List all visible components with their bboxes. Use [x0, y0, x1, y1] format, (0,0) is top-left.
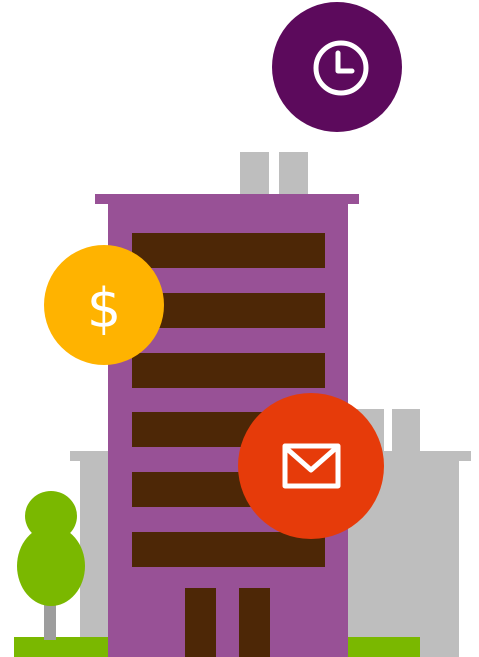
- window-floor-1: [132, 233, 325, 268]
- main-chimney-1: [240, 152, 269, 194]
- window-floor-3: [132, 353, 325, 388]
- mail-badge-circle: [238, 393, 384, 539]
- right-chimney-2: [392, 409, 420, 455]
- dollar-badge: $: [44, 245, 164, 365]
- left-back-building: [80, 455, 110, 657]
- tree: [17, 491, 85, 640]
- grass-right: [345, 637, 420, 657]
- door-left: [185, 588, 216, 657]
- office-illustration: $: [14, 2, 471, 657]
- mail-badge: [238, 393, 384, 539]
- door-right: [239, 588, 270, 657]
- grass-left: [14, 637, 110, 657]
- left-back-roof: [70, 451, 112, 461]
- dollar-icon: $: [87, 277, 121, 340]
- tree-crown-top: [25, 491, 77, 541]
- main-chimney-2: [279, 152, 308, 194]
- clock-badge: [272, 2, 402, 132]
